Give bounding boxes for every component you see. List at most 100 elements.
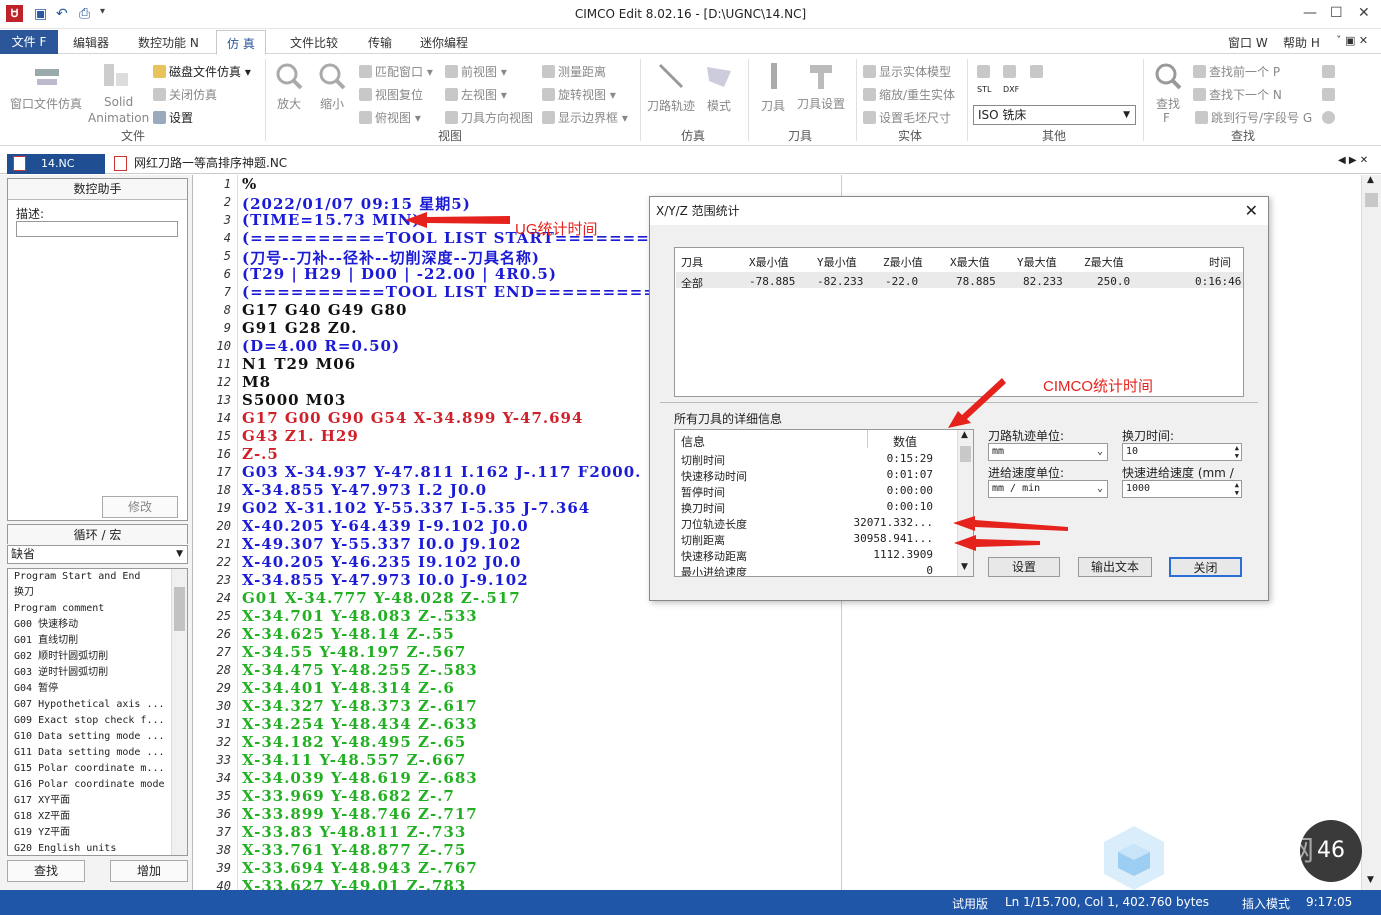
menu-help[interactable]: 帮助 H: [1283, 34, 1320, 51]
macro-list-item[interactable]: G17 XY平面: [8, 793, 168, 809]
axis-icon[interactable]: [977, 65, 990, 78]
macro-list-item[interactable]: G01 直线切削: [8, 633, 168, 649]
code-line[interactable]: (TIME=15.73 MIN): [242, 211, 421, 229]
solid-animation-icon[interactable]: [101, 61, 131, 91]
close-sim-button[interactable]: 关闭仿真: [153, 86, 217, 103]
rapid-feed-input[interactable]: 1000 ▲ ▼: [1122, 480, 1242, 498]
code-line[interactable]: X-34.254 Y-48.434 Z-.633: [242, 715, 478, 733]
macro-list-item[interactable]: G16 Polar coordinate mode: [8, 777, 168, 793]
detail-key[interactable]: 最小进给速度: [681, 564, 747, 576]
zoom-out-icon[interactable]: [317, 61, 347, 91]
detail-key[interactable]: 快速移动距离: [681, 548, 747, 564]
scroll-up-icon[interactable]: ▲: [1367, 175, 1374, 185]
code-line[interactable]: X-33.761 Y-48.877 Z-.75: [242, 841, 466, 859]
col-header[interactable]: 刀具: [681, 254, 703, 270]
macro-list-item[interactable]: G20 English units: [8, 841, 168, 855]
front-view-button[interactable]: 前视图 ▾: [445, 63, 507, 80]
macro-select[interactable]: 缺省 ▼: [7, 545, 188, 564]
detail-key[interactable]: 暂停时间: [681, 484, 725, 500]
code-line[interactable]: X-34.182 Y-48.495 Z-.65: [242, 733, 466, 751]
dialog-close-icon[interactable]: ✕: [1245, 201, 1258, 220]
help-icon[interactable]: [1322, 111, 1335, 124]
menu-nc-functions[interactable]: 数控功能 N: [138, 34, 199, 51]
menu-file-compare[interactable]: 文件比较: [290, 34, 338, 51]
toolpath-label[interactable]: 刀路轨迹: [647, 97, 695, 114]
insert-mode[interactable]: 插入模式: [1242, 895, 1290, 912]
code-line[interactable]: X-34.625 Y-48.14 Z-.55: [242, 625, 455, 643]
window-icon[interactable]: [1030, 65, 1043, 78]
detail-key[interactable]: 快速移动时间: [681, 468, 747, 484]
code-line[interactable]: X-34.327 Y-48.373 Z-.617: [242, 697, 478, 715]
find-icon[interactable]: [1153, 61, 1183, 91]
menu-mini-programming[interactable]: 迷你编程: [420, 34, 468, 51]
code-line[interactable]: X-34.701 Y-48.083 Z-.533: [242, 607, 478, 625]
spinner-icon[interactable]: ▲ ▼: [1235, 444, 1239, 460]
code-line[interactable]: X-33.899 Y-48.746 Z-.717: [242, 805, 478, 823]
macro-list-item[interactable]: G18 XZ平面: [8, 809, 168, 825]
macro-list-item[interactable]: G04 暂停: [8, 681, 168, 697]
code-line[interactable]: X-33.694 Y-48.943 Z-.767: [242, 859, 478, 877]
filter2-icon[interactable]: [1322, 88, 1335, 101]
window-sim-icon[interactable]: [32, 63, 62, 93]
macro-list-item[interactable]: G07 Hypothetical axis ...: [8, 697, 168, 713]
scroll-thumb[interactable]: [174, 587, 185, 631]
goto-line-button[interactable]: 跳到行号/字段号 G: [1195, 109, 1312, 126]
code-line[interactable]: X-34.039 Y-48.619 Z-.683: [242, 769, 478, 787]
scale-solid-button[interactable]: 缩放/重生实体: [863, 86, 955, 103]
find-prev-button[interactable]: 查找前一个 P: [1193, 63, 1280, 80]
ribbon-minimize-icon[interactable]: ˇ ▣ ✕: [1336, 34, 1368, 47]
menu-file[interactable]: 文件 F: [0, 30, 58, 54]
find-macro-button[interactable]: 查找: [7, 860, 85, 882]
code-line[interactable]: (==========TOOL LIST END===========): [242, 283, 692, 301]
stock-size-button[interactable]: 设置毛坯尺寸: [863, 109, 951, 126]
detail-key[interactable]: 刀位轨迹长度: [681, 516, 747, 532]
detail-key[interactable]: 换刀时间: [681, 500, 725, 516]
code-line[interactable]: X-40.205 Y-64.439 I-9.102 J0.0: [242, 517, 529, 535]
macro-list-item[interactable]: G10 Data setting mode ...: [8, 729, 168, 745]
show-bounds-button[interactable]: 显示边界框 ▾: [542, 109, 628, 126]
tool-change-input[interactable]: 10 ▲ ▼: [1122, 443, 1242, 461]
dxf-button[interactable]: DXF: [1003, 85, 1019, 94]
macro-list-item[interactable]: G02 顺时针圆弧切削: [8, 649, 168, 665]
solid-label[interactable]: Solid: [104, 95, 133, 109]
code-line[interactable]: G43 Z1. H29: [242, 427, 359, 445]
animation-label[interactable]: Animation: [88, 111, 149, 125]
code-line[interactable]: X-34.55 Y-48.197 Z-.567: [242, 643, 466, 661]
macro-list-item[interactable]: Program comment: [8, 601, 168, 617]
code-line[interactable]: (D=4.00 R=0.50): [242, 337, 400, 355]
code-line[interactable]: G91 G28 Z0.: [242, 319, 357, 337]
code-line[interactable]: G17 G00 G90 G54 X-34.899 Y-47.694: [242, 409, 583, 427]
menu-transfer[interactable]: 传输: [368, 34, 392, 51]
detail-header-info[interactable]: 信息: [681, 433, 705, 450]
menu-editor[interactable]: 编辑器: [73, 34, 109, 51]
macro-list-item[interactable]: Program Start and End: [8, 569, 168, 585]
left-view-button[interactable]: 左视图 ▾: [445, 86, 507, 103]
tool-dir-view-button[interactable]: 刀具方向视图: [445, 109, 533, 126]
mode-icon[interactable]: [704, 61, 734, 91]
col-header[interactable]: Y最大值: [1017, 254, 1057, 270]
macro-list-item[interactable]: 换刀: [8, 585, 168, 601]
macro-list-item[interactable]: G11 Data setting mode ...: [8, 745, 168, 761]
stl-button[interactable]: STL: [977, 85, 991, 94]
filter-icon[interactable]: [1322, 65, 1335, 78]
code-line[interactable]: %: [242, 175, 257, 193]
zoom-out-label[interactable]: 缩小: [320, 95, 344, 112]
tool-settings-icon[interactable]: [806, 61, 836, 91]
code-line[interactable]: N1 T29 M06: [242, 355, 356, 373]
rotate-view-button[interactable]: 旋转视图 ▾: [542, 86, 616, 103]
col-header[interactable]: X最小值: [749, 254, 789, 270]
modify-button[interactable]: 修改: [102, 496, 178, 518]
macro-list-item[interactable]: G15 Polar coordinate m...: [8, 761, 168, 777]
show-solid-button[interactable]: 显示实体模型: [863, 63, 951, 80]
settings-button[interactable]: 设置: [153, 109, 193, 126]
macro-scrollbar[interactable]: [171, 569, 187, 855]
col-header[interactable]: X最大值: [950, 254, 990, 270]
tool-icon[interactable]: [759, 61, 789, 91]
tab-scroll-icon[interactable]: ◀ ▶ ✕: [1338, 155, 1368, 166]
detail-key[interactable]: 切削时间: [681, 452, 725, 468]
find-label[interactable]: 查找: [1156, 95, 1180, 112]
disk-sim-button[interactable]: 磁盘文件仿真 ▾: [153, 63, 251, 80]
col-header[interactable]: Z最大值: [1084, 254, 1124, 270]
minimize-icon[interactable]: —: [1303, 5, 1317, 21]
tool-settings-label[interactable]: 刀具设置: [797, 95, 845, 112]
